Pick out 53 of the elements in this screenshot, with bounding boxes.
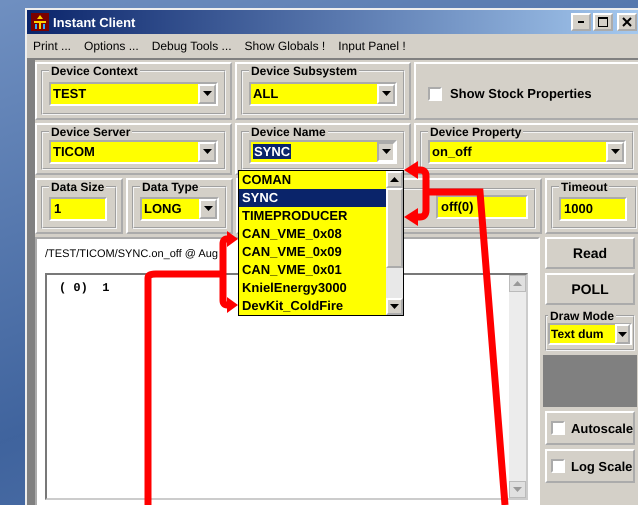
list-option[interactable]: DevKit_ColdFire: [239, 297, 386, 315]
menu-item[interactable]: Input Panel !: [338, 39, 406, 53]
list-option[interactable]: COMAN: [239, 171, 386, 189]
menu-item[interactable]: Show Globals !: [244, 39, 326, 53]
menu-item[interactable]: Debug Tools ...: [152, 39, 232, 53]
scrollbar[interactable]: [386, 171, 403, 315]
maximize-icon: [598, 17, 608, 27]
device-context-dropdown[interactable]: TEST: [49, 82, 218, 106]
checkbox[interactable]: [551, 421, 565, 435]
list-option[interactable]: CAN_VME_0x08: [239, 225, 386, 243]
device-property-dropdown[interactable]: on_off: [428, 140, 626, 164]
window-title: Instant Client: [53, 14, 136, 30]
group-label: Device Server: [50, 125, 132, 139]
minimize-icon: [578, 21, 584, 23]
group-label: Timeout: [560, 180, 608, 194]
group-label: Device Subsystem: [250, 64, 358, 78]
value-field[interactable]: off(0): [436, 194, 528, 218]
group-label: Device Property: [429, 125, 522, 139]
list-option[interactable]: CAN_VME_0x09: [239, 243, 386, 261]
output-path: /TEST/TICOM/SYNC.on_off @ Aug: [45, 247, 218, 262]
checkbox-label: Autoscale: [571, 420, 634, 436]
group-label: Draw Mode: [549, 309, 616, 323]
list-option[interactable]: SYNC: [239, 189, 386, 207]
checkbox-label: Log Scale: [571, 458, 632, 474]
minimize-button[interactable]: [571, 13, 591, 31]
checkbox[interactable]: [428, 86, 442, 100]
menu-item[interactable]: Options ...: [84, 39, 139, 53]
output-line: ( 0) 1: [59, 281, 110, 295]
data-type-dropdown[interactable]: LONG: [140, 196, 219, 220]
close-button[interactable]: [617, 13, 637, 31]
list-option[interactable]: CAN_VME_0x01: [239, 261, 386, 279]
list-option[interactable]: KnielEnergy3000: [239, 279, 386, 297]
group-label: Device Context: [50, 64, 139, 78]
checkbox-label: Show Stock Properties: [450, 86, 592, 101]
group-label: Data Size: [50, 180, 106, 194]
checkbox[interactable]: [551, 459, 565, 473]
menu-item[interactable]: Print ...: [33, 39, 72, 53]
device-server-dropdown[interactable]: TICOM: [49, 140, 218, 164]
bracket-arrow-drawing: [404, 161, 430, 226]
list-option[interactable]: TIMEPRODUCER: [239, 207, 386, 225]
app-logo-icon: [31, 13, 49, 31]
group-label: Data Type: [141, 180, 200, 194]
device-subsystem-dropdown[interactable]: ALL: [249, 82, 397, 106]
close-icon: [622, 17, 632, 27]
timeout-field[interactable]: 1000: [559, 196, 627, 220]
action-button[interactable]: POLL: [545, 273, 635, 305]
device-name-dropdown[interactable]: SYNC: [249, 140, 397, 164]
maximize-button[interactable]: [593, 13, 613, 31]
scroll-thumb[interactable]: [386, 188, 403, 268]
action-button[interactable]: Read: [545, 237, 635, 269]
group-label: Device Name: [250, 125, 327, 139]
data-size-field[interactable]: 1: [49, 196, 107, 220]
draw-mode-dropdown[interactable]: Text dum: [548, 323, 632, 345]
